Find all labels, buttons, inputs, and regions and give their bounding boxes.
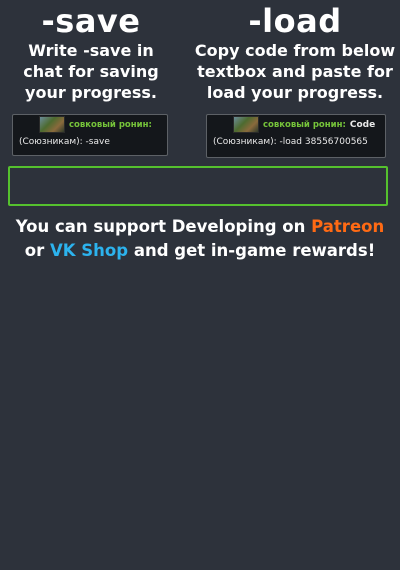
patreon-link[interactable]: Patreon <box>311 217 384 236</box>
support-text: You can support Developing on <box>15 217 312 236</box>
chat-message: (Союзникам): -load 38556700565 <box>213 137 368 147</box>
support-line-2: or VK Shop and get in-game rewards! <box>0 239 400 263</box>
load-chat-example: совковый ронин: Code (Союзникам): -load … <box>206 114 386 158</box>
save-description: Write -save in chat for saving your prog… <box>23 41 159 102</box>
save-title: -save <box>41 2 141 40</box>
chat-header: совковый ронин: Code <box>207 115 385 134</box>
load-description: Copy code from below textbox and paste f… <box>194 41 396 102</box>
support-text-rewards: and get in-game rewards! <box>128 241 376 260</box>
support-text-or: or <box>24 241 50 260</box>
player-name: совковый ронин: <box>263 119 346 130</box>
load-title: -load <box>248 2 342 40</box>
vk-shop-link[interactable]: VK Shop <box>50 241 128 260</box>
load-section: -load Copy code from below textbox and p… <box>190 0 400 103</box>
code-textbox[interactable] <box>8 166 388 206</box>
chat-header: совковый ронин: <box>13 115 167 134</box>
hero-avatar <box>233 116 259 133</box>
hero-avatar <box>39 116 65 133</box>
save-chat-example: совковый ронин: (Союзникам): -save <box>12 114 168 156</box>
save-section: -save Write -save in chat for saving you… <box>0 0 182 103</box>
chat-code-label: Code <box>349 119 376 130</box>
chat-message: (Союзникам): -save <box>19 137 110 147</box>
support-message: You can support Developing on Patreon or… <box>0 215 400 263</box>
support-line-1: You can support Developing on Patreon <box>0 215 400 239</box>
player-name: совковый ронин: <box>69 119 152 130</box>
